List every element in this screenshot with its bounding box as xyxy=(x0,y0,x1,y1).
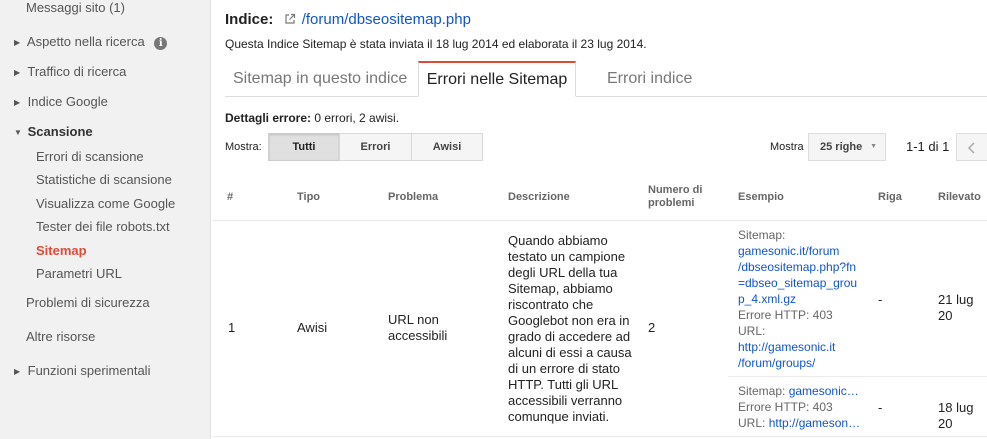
error-details: Dettagli errore: 0 errori, 2 awisi. xyxy=(225,111,399,125)
col-header-num: # xyxy=(227,191,234,203)
col-header-description: Descrizione xyxy=(508,191,570,203)
example-1-detected: 21 lug 20 xyxy=(938,292,974,323)
example-sitemap-label: Sitemap: xyxy=(738,384,789,398)
example-2-detected: 18 lug 20 xyxy=(938,400,974,431)
sidebar-item-label: Funzioni sperimentali xyxy=(27,363,151,378)
col-header-count: Numero di problemi xyxy=(648,184,702,210)
chevron-down-icon: ▼ xyxy=(14,128,22,137)
sidebar-subitem-fetch-as-google[interactable]: Visualizza come Google xyxy=(36,196,175,211)
chevron-right-icon: ▶ xyxy=(14,68,21,77)
example-sitemap-link[interactable]: =dbseo_sitemap_grou xyxy=(738,275,857,291)
example-url-label: URL: xyxy=(738,416,769,430)
sidebar-item-label: Traffico di ricerca xyxy=(27,64,127,79)
row-count: 2 xyxy=(648,320,656,335)
row-num: 1 xyxy=(228,320,236,335)
sidebar-item-search-appearance[interactable]: ▶ Aspetto nella ricerca i xyxy=(14,34,168,50)
row-divider xyxy=(212,436,987,437)
sidebar-item-label: Scansione xyxy=(27,124,93,139)
example-sitemap-link[interactable]: p_4.xml.gz xyxy=(738,291,857,307)
rows-select-value: 25 righe xyxy=(820,141,863,153)
example-http-error: Errore HTTP: 403 xyxy=(738,400,833,414)
sidebar-item-labs[interactable]: ▶ Funzioni sperimentali xyxy=(14,363,150,378)
row-problem-line2: accessibili xyxy=(388,328,448,343)
col-header-example: Esempio xyxy=(738,191,784,203)
example-url-link[interactable]: /forum/groups/ xyxy=(738,355,857,371)
sidebar-item-other-resources[interactable]: Altre risorse xyxy=(26,329,95,344)
example-2: Sitemap: gamesonic… Errore HTTP: 403 URL… xyxy=(738,383,860,431)
index-label: Indice: xyxy=(225,11,274,28)
row-description: Quando abbiamo testato un campione degli… xyxy=(508,233,632,424)
main-content: Indice: /forum/dbseositemap.php Questa I… xyxy=(212,0,987,439)
submission-info: Questa Indice Sitemap è stata inviata il… xyxy=(225,37,647,51)
sidebar-item-search-traffic[interactable]: ▶ Traffico di ricerca xyxy=(14,64,126,79)
example-http-error: Errore HTTP: 403 xyxy=(738,308,833,322)
index-header: Indice: /forum/dbseositemap.php xyxy=(225,11,471,28)
chevron-left-icon xyxy=(967,142,975,154)
example-sitemap-link[interactable]: /dbseositemap.php?fn xyxy=(738,259,857,275)
error-details-label: Dettagli errore: xyxy=(225,111,312,125)
pagination-text: 1-1 di 1 xyxy=(906,139,950,154)
example-1: Sitemap: gamesonic.it/forum /dbseositema… xyxy=(738,227,857,371)
col-header-type: Tipo xyxy=(297,191,321,203)
tab-sitemap-errors[interactable]: Errori nelle Sitemap xyxy=(418,61,576,97)
sidebar-subitem-sitemaps[interactable]: Sitemap xyxy=(36,243,87,258)
sidebar-item-crawl[interactable]: ▼ Scansione xyxy=(14,124,93,139)
col-header-count-line2: problemi xyxy=(648,197,695,209)
header-divider xyxy=(212,220,987,221)
example-sitemap-label: Sitemap: xyxy=(738,228,786,242)
example-sitemap-link[interactable]: gamesonic… xyxy=(789,384,859,398)
example-1-line: - xyxy=(878,292,883,307)
index-path-link[interactable]: /forum/dbseositemap.php xyxy=(302,11,471,28)
filter-errors-button[interactable]: Errori xyxy=(339,133,412,161)
sidebar-subitem-robots-tester[interactable]: Tester dei file robots.txt xyxy=(36,219,170,234)
row-problem-line1: URL non xyxy=(388,312,439,327)
chevron-right-icon: ▶ xyxy=(14,38,21,47)
row-type: Awisi xyxy=(297,320,328,335)
show-filter-label: Mostra: xyxy=(225,141,262,153)
prev-page-button[interactable] xyxy=(956,133,987,161)
example-url-label: URL: xyxy=(738,324,766,338)
filter-all-button[interactable]: Tutti xyxy=(268,133,340,161)
filter-warnings-button[interactable]: Awisi xyxy=(411,133,483,161)
info-icon[interactable]: i xyxy=(154,37,168,50)
sidebar-item-label: Aspetto nella ricerca xyxy=(26,34,145,49)
example-url-link[interactable]: http://gameson… xyxy=(769,416,860,430)
col-header-line: Riga xyxy=(878,191,902,203)
sidebar-subitem-crawl-stats[interactable]: Statistiche di scansione xyxy=(36,172,172,187)
rows-label: Mostra xyxy=(770,141,804,153)
row-problem: URL non accessibili xyxy=(388,312,447,344)
col-header-count-line1: Numero di xyxy=(648,184,703,196)
sidebar-subitem-crawl-errors[interactable]: Errori di scansione xyxy=(36,149,144,164)
rows-select[interactable]: 25 righe ▼ xyxy=(808,133,886,161)
chevron-right-icon: ▶ xyxy=(14,367,21,376)
tab-index-errors[interactable]: Errori indice xyxy=(607,62,717,96)
sidebar: Messaggi sito (1) ▶ Aspetto nella ricerc… xyxy=(0,0,211,439)
sidebar-item-google-index[interactable]: ▶ Indice Google xyxy=(14,94,108,109)
col-header-problem: Problema xyxy=(388,191,439,203)
chevron-right-icon: ▶ xyxy=(14,98,21,107)
tab-sitemaps-in-index[interactable]: Sitemap in questo indice xyxy=(233,62,413,96)
tabs-divider xyxy=(225,96,987,97)
sidebar-item-security-issues[interactable]: Problemi di sicurezza xyxy=(26,295,150,310)
example-2-line: - xyxy=(878,400,883,415)
col-header-detected: Rilevato xyxy=(938,191,981,203)
chevron-down-icon: ▼ xyxy=(870,143,877,150)
example-sitemap-link[interactable]: gamesonic.it/forum xyxy=(738,243,857,259)
example-divider xyxy=(728,376,987,377)
sidebar-subitem-url-parameters[interactable]: Parametri URL xyxy=(36,266,122,281)
sidebar-item-site-messages[interactable]: Messaggi sito (1) xyxy=(26,0,125,15)
example-url-link[interactable]: http://gamesonic.it xyxy=(738,339,857,355)
external-link-icon[interactable] xyxy=(284,13,296,25)
error-details-summary: 0 errori, 2 awisi. xyxy=(311,111,400,125)
sidebar-item-label: Indice Google xyxy=(27,94,108,109)
